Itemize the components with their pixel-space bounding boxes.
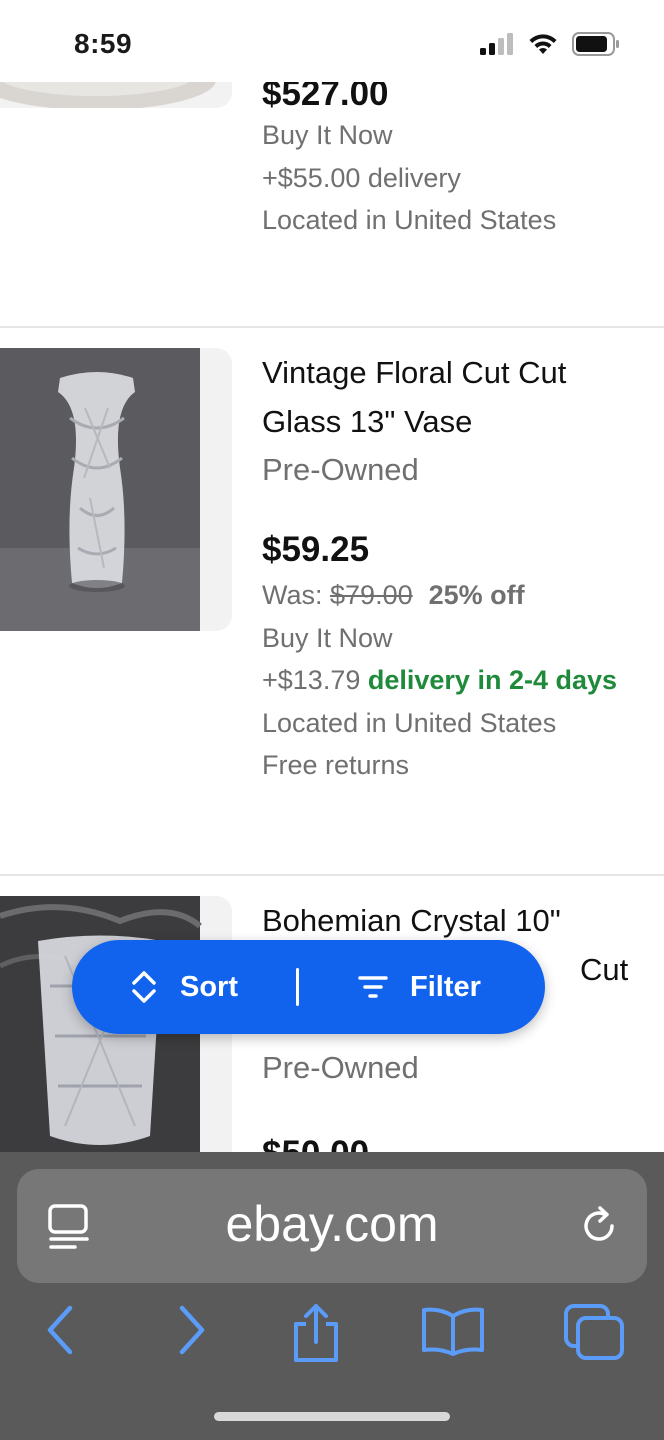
bookmarks-icon[interactable]	[420, 1306, 486, 1358]
delivery-cost: +$55.00 delivery	[262, 162, 461, 193]
back-icon[interactable]	[40, 1302, 80, 1358]
status-bar: 8:59	[0, 0, 664, 82]
reload-icon[interactable]	[577, 1204, 621, 1248]
listing-thumbnail[interactable]	[0, 348, 232, 631]
discount-badge: 25% off	[428, 580, 525, 610]
listing-item[interactable]: Vintage Floral Cut Cut Glass 13" Vase Pr…	[0, 328, 664, 876]
listing-price: $59.25	[262, 530, 370, 569]
status-icons	[480, 32, 620, 56]
pill-divider	[296, 968, 299, 1006]
delivery-cost: +$13.79	[262, 665, 361, 695]
returns-info: Free returns	[262, 750, 410, 780]
sort-filter-bar: Sort Filter	[72, 940, 545, 1034]
filter-label: Filter	[410, 970, 481, 1003]
wifi-icon	[529, 34, 557, 54]
listing-price: $50.00	[262, 1132, 652, 1152]
sort-icon	[132, 971, 156, 1003]
delivery-speed: delivery in 2-4 days	[367, 665, 618, 695]
item-location: Located in United States	[262, 707, 557, 738]
sort-label: Sort	[180, 970, 238, 1003]
was-price-row: Was: $79.00 25% off	[262, 574, 652, 617]
url-text[interactable]: ebay.com	[17, 1195, 647, 1253]
filter-icon	[358, 976, 388, 998]
tabs-icon[interactable]	[562, 1302, 626, 1362]
listing-title[interactable]: Bohemian Crystal 10"	[262, 896, 652, 945]
item-condition: Pre-Owned	[262, 1050, 419, 1085]
buy-format: Buy It Now	[262, 120, 393, 150]
share-icon[interactable]	[288, 1302, 344, 1366]
was-label: Was:	[262, 580, 323, 610]
delivery-row: +$13.79 delivery in 2-4 days	[262, 659, 652, 702]
forward-icon[interactable]	[172, 1302, 212, 1358]
address-bar[interactable]: ebay.com	[17, 1169, 647, 1283]
browser-toolbar: ebay.com	[0, 1152, 664, 1440]
original-price: $79.00	[330, 580, 413, 610]
item-condition: Pre-Owned	[262, 452, 419, 487]
battery-icon	[572, 32, 619, 56]
clock: 8:59	[74, 28, 133, 59]
vase-photo	[0, 348, 232, 631]
signal-icon	[480, 33, 513, 55]
filter-button[interactable]: Filter	[358, 940, 481, 1034]
sort-button[interactable]: Sort	[130, 940, 238, 1034]
item-location: Located in United States	[262, 205, 557, 235]
home-indicator	[214, 1412, 450, 1421]
buy-format: Buy It Now	[262, 622, 393, 653]
listing-title[interactable]: Vintage Floral Cut Cut Glass 13" Vase	[262, 348, 652, 446]
